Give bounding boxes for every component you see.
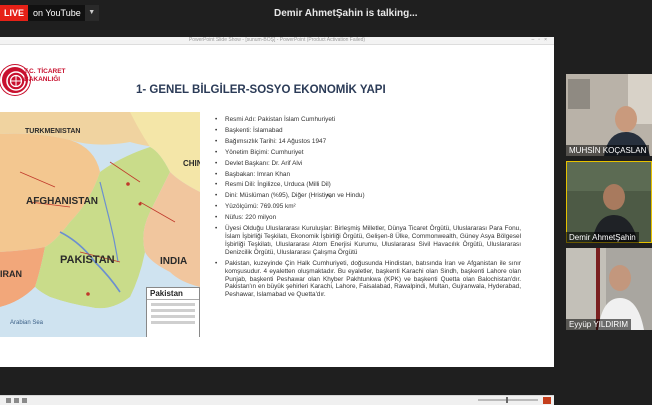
- bullet-capital: Başkenti: İslamabad: [215, 127, 521, 135]
- mouse-cursor-icon: ↖: [326, 193, 332, 200]
- map-label-turkmenistan: TURKMENISTAN: [25, 128, 81, 135]
- participant-tile[interactable]: Eyyüp YILDIRIM: [566, 248, 652, 330]
- participant-video-icon: [566, 248, 652, 330]
- bullet-geography: Pakistan, kuzeyinde Çin Halk Cumhuriyeti…: [215, 260, 521, 300]
- bullet-area: Yüzölçümü: 769.095 km²: [215, 203, 521, 211]
- legend-line: [151, 321, 195, 324]
- zoom-slider[interactable]: [478, 397, 538, 403]
- chevron-down-icon[interactable]: ▼: [84, 5, 99, 21]
- bullet-organizations: Üyesi Olduğu Uluslararası Kuruluşlar: Bi…: [215, 225, 521, 257]
- bullet-official-name: Resmi Adı: Pakistan İslam Cumhuriyeti: [215, 116, 521, 124]
- participant-tile-active[interactable]: Demir AhmetŞahin: [566, 161, 652, 243]
- bullet-president: Devlet Başkanı: Dr. Arif Alvi: [215, 160, 521, 168]
- legend-line: [151, 315, 195, 318]
- slide-bullet-list: Resmi Adı: Pakistan İslam Cumhuriyeti Ba…: [215, 116, 521, 302]
- stream-destination: on YouTube: [33, 8, 81, 18]
- map-label-india: INDIA: [160, 256, 188, 267]
- legend-line: [151, 303, 195, 306]
- legend-line: [151, 309, 195, 312]
- map-label-pakistan: PAKISTAN: [60, 254, 115, 266]
- map-label-china: CHINA: [183, 159, 200, 168]
- bullet-prime-minister: Başbakan: Imran Khan: [215, 171, 521, 179]
- org-line2: BAKANLIĞI: [24, 76, 61, 83]
- map-label-afghanistan: AFGHANISTAN: [26, 196, 99, 207]
- map-label-arabian-sea: Arabian Sea: [10, 320, 44, 326]
- participant-name: Demir AhmetŞahin: [566, 232, 639, 243]
- participant-video-icon: [566, 74, 652, 156]
- next-slide-icon[interactable]: [14, 398, 19, 403]
- participant-video-icon: [566, 161, 652, 243]
- bullet-government: Yönetim Biçimi: Cumhuriyet: [215, 149, 521, 157]
- organization-name: T.C. TİCARET BAKANLIĞI: [24, 68, 66, 84]
- slide: T.C. TİCARET BAKANLIĞI 1- GENEL BİLGİLER…: [0, 45, 554, 359]
- map-legend: Pakistan: [146, 287, 200, 337]
- window-titlebar: PowerPoint Slide Show - [sunum-BOŞ] - Po…: [0, 37, 554, 45]
- participant-tile[interactable]: MUHSİN KOÇASLAN: [566, 74, 652, 156]
- previous-slide-icon[interactable]: [6, 398, 11, 403]
- bullet-religion: Dini: Müslüman (%95), Diğer (Hristiyan v…: [215, 192, 521, 200]
- shared-screen: PowerPoint Slide Show - [sunum-BOŞ] - Po…: [0, 37, 554, 405]
- bullet-population: Nüfus: 220 milyon: [215, 214, 521, 222]
- zoom-slider-thumb[interactable]: [506, 397, 508, 403]
- live-youtube-button[interactable]: LIVE on YouTube ▼: [0, 5, 99, 21]
- active-speaker-indicator: Demir AhmetŞahin is talking...: [274, 8, 418, 19]
- window-controls: –▫×: [531, 37, 551, 43]
- slideshow-statusbar: [0, 395, 554, 405]
- pakistan-map: TURKMENISTAN CHINA AFGHANISTAN PAKISTAN …: [0, 112, 200, 337]
- participant-name: Eyyüp YILDIRIM: [566, 319, 631, 330]
- bullet-independence: Bağımsızlık Tarihi: 14 Ağustos 1947: [215, 138, 521, 146]
- window-title: PowerPoint Slide Show - [sunum-BOŞ] - Po…: [188, 37, 366, 43]
- map-legend-title: Pakistan: [147, 288, 199, 300]
- pen-tool-icon[interactable]: [22, 398, 27, 403]
- participant-name: MUHSİN KOÇASLAN: [566, 145, 650, 156]
- map-label-iran: IRAN: [0, 269, 22, 279]
- bullet-language: Resmi Dili: İngilizce, Urduca (Milli Dil…: [215, 181, 521, 189]
- slide-title: 1- GENEL BİLGİLER-SOSYO EKONOMİK YAPI: [136, 84, 386, 96]
- slideshow-menu-icon[interactable]: [543, 397, 551, 404]
- live-badge: LIVE: [0, 5, 29, 21]
- org-line1: T.C. TİCARET: [24, 68, 66, 75]
